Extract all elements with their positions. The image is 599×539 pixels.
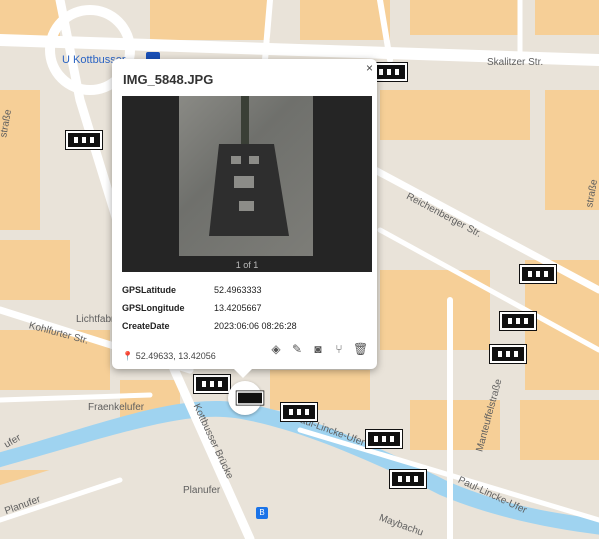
popup-toolbar: ◈ ✎ ◙ ⑂ 🗑 (269, 342, 368, 356)
field-key: GPSLatitude (122, 285, 177, 295)
photo-marker[interactable] (390, 470, 426, 488)
marker-hole (218, 381, 222, 387)
location-pin-icon: 📍 (122, 351, 134, 361)
marker-hole (508, 318, 512, 324)
field-value: 52.4963333 (214, 285, 262, 295)
popup-title: IMG_5848.JPG (123, 72, 214, 87)
marker-hole (498, 351, 502, 357)
trash-icon[interactable]: 🗑 (353, 342, 368, 356)
marker-hole (82, 137, 86, 143)
photo-content (209, 96, 289, 236)
marker-hole (374, 436, 378, 442)
marker-hole (390, 436, 394, 442)
marker-hole (414, 476, 418, 482)
marker-hole (514, 351, 518, 357)
marker-hole (406, 476, 410, 482)
coordinates-text: 52.49633, 13.42056 (135, 351, 216, 361)
marker-hole (74, 137, 78, 143)
marker-hole (387, 69, 391, 75)
camera-icon[interactable]: ◙ (311, 342, 325, 356)
marker-hole (202, 381, 206, 387)
photo-marker[interactable] (194, 375, 230, 393)
route-icon[interactable]: ⑂ (332, 342, 346, 356)
photo-info-popup: × IMG_5848.JPG 1 of 1 GPSLatitude 52.496… (112, 59, 377, 369)
photo-marker[interactable] (66, 131, 102, 149)
skalitzer-label: Skalitzer Str. (487, 57, 544, 68)
photo-marker-icon (236, 391, 264, 405)
fraenkelufer-label: Fraenkelufer (88, 402, 145, 413)
marker-hole (528, 271, 532, 277)
marker-hole (289, 409, 293, 415)
lichtfabri-label: Lichtfabri (76, 314, 117, 325)
marker-hole (305, 409, 309, 415)
paint-bucket-icon[interactable]: ◈ (269, 342, 283, 356)
marker-hole (210, 381, 214, 387)
marker-hole (379, 69, 383, 75)
coordinates: 📍 52.49633, 13.42056 (122, 351, 216, 362)
marker-hole (395, 69, 399, 75)
field-value: 2023:06:06 08:26:28 (214, 321, 297, 331)
bus-stop-icon[interactable]: B (256, 507, 268, 519)
field-key: GPSLongitude (122, 303, 185, 313)
marker-hole (382, 436, 386, 442)
marker-hole (398, 476, 402, 482)
selected-photo-marker[interactable] (228, 381, 264, 415)
photo-marker[interactable] (520, 265, 556, 283)
field-value: 13.4205667 (214, 303, 262, 313)
close-button[interactable]: × (366, 61, 373, 75)
marker-hole (516, 318, 520, 324)
planufer-label: Planufer (183, 485, 221, 496)
marker-hole (297, 409, 301, 415)
marker-hole (506, 351, 510, 357)
photo-marker[interactable] (366, 430, 402, 448)
marker-hole (524, 318, 528, 324)
photo-viewer[interactable]: 1 of 1 (122, 96, 372, 272)
photo-image (179, 96, 313, 256)
photo-counter: 1 of 1 (235, 260, 259, 270)
photo-marker[interactable] (281, 403, 317, 421)
marker-hole (536, 271, 540, 277)
photo-marker[interactable] (500, 312, 536, 330)
photo-marker[interactable] (490, 345, 526, 363)
marker-hole (90, 137, 94, 143)
popup-pointer (233, 368, 253, 378)
field-key: CreateDate (122, 321, 170, 331)
marker-hole (544, 271, 548, 277)
pencil-icon[interactable]: ✎ (290, 342, 304, 356)
